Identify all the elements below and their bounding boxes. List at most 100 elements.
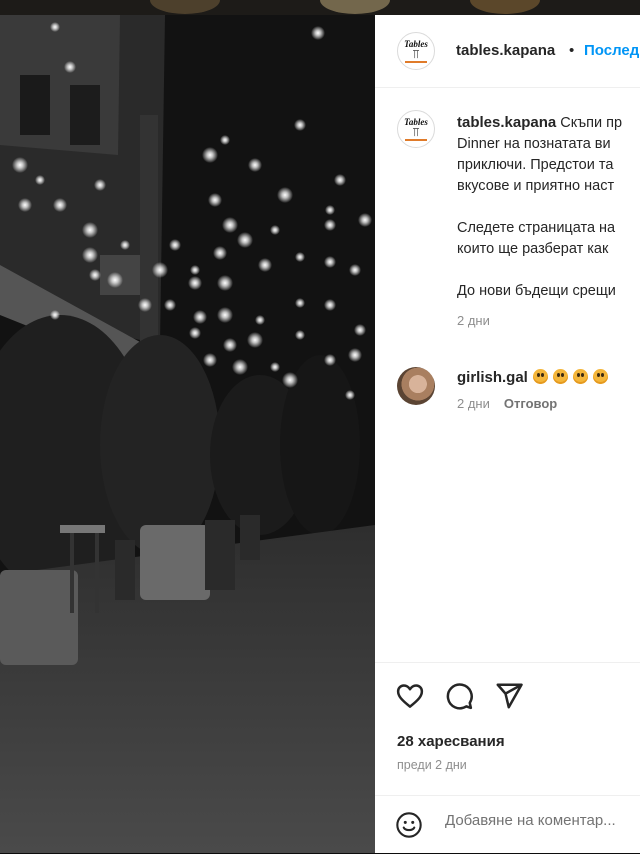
caption-line: приключи. Предстои та [457,157,614,173]
string-light [189,327,201,339]
flushed-face-icon [572,369,588,384]
string-light [202,147,218,163]
string-light [270,362,280,372]
string-light [295,298,305,308]
string-light [64,61,76,73]
street-night-scene [0,15,375,853]
string-light [334,174,346,186]
post-caption: tables.kapana Скъпи пр Dinner на позната… [457,112,640,331]
comment-time[interactable]: 2 дни [457,396,490,411]
string-light [94,179,106,191]
string-light [324,256,336,268]
string-light [348,348,362,362]
string-light [222,217,238,233]
flushed-face-icon [532,369,548,384]
string-light [325,205,335,215]
string-light [311,26,325,40]
string-light [220,135,230,145]
flushed-face-icon [592,369,608,384]
string-light [82,222,98,238]
string-light [232,359,248,375]
post-date[interactable]: преди 2 дни [397,758,467,772]
post-details-panel: Tables ⫪ tables.kapana • Последвай Table… [375,15,640,853]
caption-line: Скъпи пр [560,115,623,131]
header-separator: • [569,42,575,59]
comment-input[interactable] [445,812,640,829]
string-light [248,158,262,172]
caption-avatar[interactable]: Tables ⫪ [397,110,435,148]
string-light [120,240,130,250]
string-light [213,246,227,260]
string-light [208,193,222,207]
string-light [50,22,60,32]
post-header: Tables ⫪ tables.kapana • Последвай [375,15,640,88]
top-strip-background [0,0,640,15]
caption-line: които ще разберат как [457,241,609,257]
string-light [188,276,202,290]
string-light [169,239,181,251]
comment-icon[interactable] [444,681,474,711]
string-light [203,353,217,367]
string-light [107,272,123,288]
string-light [349,264,361,276]
comment: girlish.gal 2 дни Отговор [457,367,608,411]
flushed-face-icon [552,369,568,384]
string-light [354,324,366,336]
string-light [190,265,200,275]
logo-table-icon: ⫪ [412,46,420,61]
string-light [217,307,233,323]
string-light [358,213,372,227]
post-actions: 28 харесвания преди 2 дни [375,662,640,853]
caption-line: Следете страницата на [457,220,616,236]
string-light [247,332,263,348]
caption-line: вкусове и приятно наст [457,178,615,194]
top-strip-food-image [470,0,540,14]
reply-button[interactable]: Отговор [504,396,557,411]
share-icon[interactable] [494,681,524,711]
string-light [258,258,272,272]
logo-table-icon: ⫪ [412,124,420,139]
comment-username[interactable]: girlish.gal [457,369,528,386]
like-count[interactable]: 28 харесвания [397,733,505,750]
string-light [164,299,176,311]
caption-line: До нови бъдещи срещи [457,283,616,299]
string-light [223,338,237,352]
emoji-picker-icon[interactable] [395,811,423,839]
follow-button[interactable]: Последвай [584,42,640,59]
string-light [270,225,280,235]
string-light [217,275,233,291]
string-light [12,157,28,173]
top-strip-food-image [150,0,220,14]
caption-time[interactable]: 2 дни [457,310,640,331]
string-light [18,198,32,212]
top-strip-food-image [320,0,390,14]
string-light [50,310,60,320]
comment-bar [375,795,640,854]
string-light [193,310,207,324]
string-light [152,262,168,278]
profile-avatar[interactable]: Tables ⫪ [397,32,435,70]
string-light [277,187,293,203]
string-light [324,354,336,366]
string-light [294,119,306,131]
heart-icon[interactable] [395,681,425,711]
string-light [345,390,355,400]
string-light [295,330,305,340]
post-photo [0,15,375,853]
string-light [82,247,98,263]
string-light [237,232,253,248]
caption-username[interactable]: tables.kapana [457,114,556,131]
logo-stripe [405,138,427,141]
string-light [295,252,305,262]
string-light [255,315,265,325]
string-light [89,269,101,281]
header-username[interactable]: tables.kapana [456,42,555,59]
commenter-avatar[interactable] [397,367,435,405]
string-light [324,219,336,231]
string-light [138,298,152,312]
logo-stripe [405,60,427,63]
caption-line: Dinner на познатата ви [457,136,611,152]
string-light [324,299,336,311]
string-light [282,372,298,388]
string-light [53,198,67,212]
